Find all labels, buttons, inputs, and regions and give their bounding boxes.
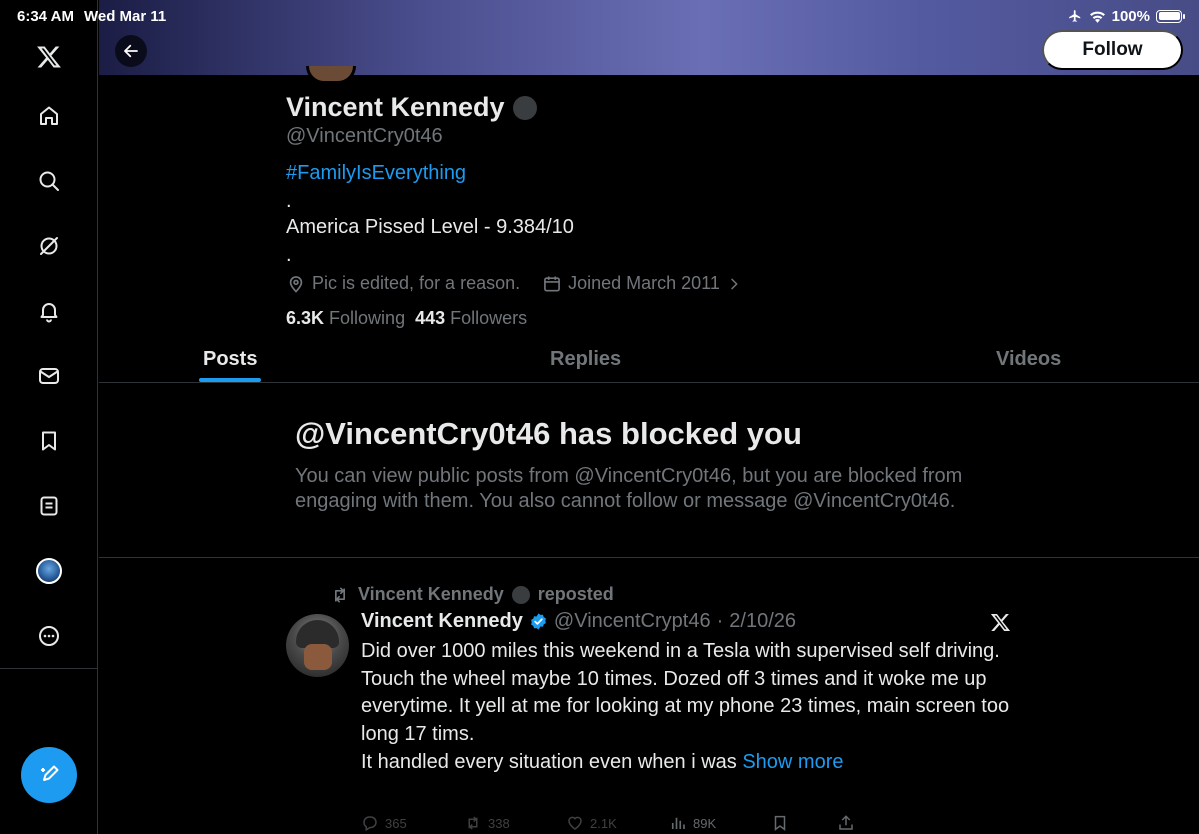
lists-icon[interactable] xyxy=(35,492,63,520)
show-more-link[interactable]: Show more xyxy=(742,751,843,773)
profile-name-text: Vincent Kennedy xyxy=(286,92,505,122)
post-date[interactable]: 2/10/26 xyxy=(729,610,796,633)
like-button[interactable]: 2.1K xyxy=(566,814,617,832)
status-right: 100% xyxy=(1067,7,1185,25)
status-time: 6:34 AM xyxy=(17,7,74,25)
repost-label: reposted xyxy=(537,584,614,604)
share-icon xyxy=(839,815,853,830)
views-icon xyxy=(671,817,685,829)
verified-badge-icon xyxy=(531,613,546,630)
following-count: 6.3K xyxy=(286,308,325,328)
post-separator: · xyxy=(716,610,724,632)
battery-percent: 100% xyxy=(1111,7,1150,25)
post-text-line: It handled every situation even when i w… xyxy=(361,749,1011,777)
tab-replies[interactable]: Replies xyxy=(550,348,621,371)
location-icon xyxy=(289,275,303,293)
messages-icon[interactable] xyxy=(35,362,63,390)
status-date: Wed Mar 11 xyxy=(83,7,167,25)
bio-dot: . xyxy=(286,244,292,266)
repost-button[interactable]: 338 xyxy=(464,814,510,832)
post-actions: 365 338 2.1K 89K xyxy=(361,814,861,834)
repost-icon xyxy=(335,587,345,602)
profile-name: Vincent Kennedy xyxy=(286,92,537,123)
profile-meta: Pic is edited, for a reason. Joined Marc… xyxy=(286,273,742,294)
airplane-icon xyxy=(1068,10,1080,22)
reply-button[interactable]: 365 xyxy=(361,814,407,832)
tab-videos[interactable]: Videos xyxy=(996,348,1061,371)
post-text-tail: It handled every situation even when i w… xyxy=(361,750,737,773)
speech-bubble-icon xyxy=(511,585,530,604)
like-count: 2.1K xyxy=(590,815,617,831)
profile-joined: Joined March 2011 xyxy=(568,273,720,293)
compose-icon xyxy=(41,765,59,781)
bio-hashtag-link[interactable]: #FamilyIsEverything xyxy=(286,162,466,185)
followers-label: Followers xyxy=(450,308,528,328)
sidebar-divider xyxy=(0,668,98,669)
active-tab-indicator xyxy=(199,378,261,382)
repost-author[interactable]: Vincent Kennedy xyxy=(358,584,504,605)
notifications-icon[interactable] xyxy=(35,297,63,325)
repost-indicator: Vincent Kennedy reposted xyxy=(330,584,614,605)
profile-avatar-icon[interactable] xyxy=(35,557,63,585)
post-author-name[interactable]: Vincent Kennedy xyxy=(361,610,523,633)
bio-text: America Pissed Level - 9.384/10 xyxy=(286,216,574,238)
reply-count: 365 xyxy=(385,815,407,831)
post-author-avatar[interactable] xyxy=(286,614,349,677)
bio-dot: . xyxy=(286,190,292,212)
profile-handle: @VincentCry0t46 xyxy=(286,125,443,147)
more-icon[interactable] xyxy=(35,622,63,650)
profile-stats: 6.3K Following 443 Followers xyxy=(286,308,527,329)
x-logo-icon xyxy=(990,614,1011,631)
reply-icon xyxy=(363,816,377,832)
calendar-icon xyxy=(544,276,561,291)
bookmarks-icon[interactable] xyxy=(35,427,63,455)
repost-count: 338 xyxy=(488,815,510,831)
repost-icon xyxy=(468,816,478,830)
share-button[interactable] xyxy=(837,814,855,832)
sidebar xyxy=(0,0,98,834)
x-logo-icon[interactable] xyxy=(35,43,63,71)
profile-location: Pic is edited, for a reason. xyxy=(312,273,521,293)
wifi-icon xyxy=(1089,11,1105,23)
blocked-description: You can view public posts from @VincentC… xyxy=(295,465,963,512)
home-icon[interactable] xyxy=(35,102,63,130)
views-button[interactable]: 89K xyxy=(669,814,716,832)
speech-bubble-icon xyxy=(512,95,537,120)
battery-icon xyxy=(1156,9,1185,23)
post-body: Did over 1000 miles this weekend in a Te… xyxy=(361,638,1011,777)
post-header: Vincent Kennedy @VincentCrypt46 · 2/10/2… xyxy=(361,610,796,633)
compose-button[interactable] xyxy=(21,747,77,803)
bookmark-button[interactable] xyxy=(771,814,789,832)
bookmark-icon xyxy=(774,815,786,831)
post-author-handle[interactable]: @VincentCrypt46 xyxy=(554,610,711,633)
divider xyxy=(99,557,1199,558)
status-bar: 6:34 AM Wed Mar 11 100% xyxy=(0,0,1199,32)
post-text-line: Touch the wheel maybe 10 times. Dozed of… xyxy=(361,667,1010,746)
profile-avatar[interactable] xyxy=(306,66,356,84)
profile-tabs: Posts Replies Videos xyxy=(99,336,1199,383)
grok-icon[interactable] xyxy=(35,232,63,260)
views-count: 89K xyxy=(693,815,717,831)
search-icon[interactable] xyxy=(35,167,63,195)
follow-button[interactable]: Follow xyxy=(1042,30,1183,70)
tab-posts[interactable]: Posts xyxy=(203,348,257,371)
following-link[interactable]: 6.3K Following xyxy=(286,308,405,329)
followers-count: 443 xyxy=(415,308,446,328)
followers-link[interactable]: 443 Followers xyxy=(415,308,527,329)
blocked-title: @VincentCry0t46 has blocked you xyxy=(295,416,802,451)
heart-icon xyxy=(568,816,582,830)
following-label: Following xyxy=(329,308,406,328)
post-text-line: Did over 1000 miles this weekend in a Te… xyxy=(361,640,1000,662)
back-arrow-icon xyxy=(124,44,138,58)
chevron-right-icon[interactable] xyxy=(726,276,742,292)
back-button[interactable] xyxy=(115,35,147,67)
